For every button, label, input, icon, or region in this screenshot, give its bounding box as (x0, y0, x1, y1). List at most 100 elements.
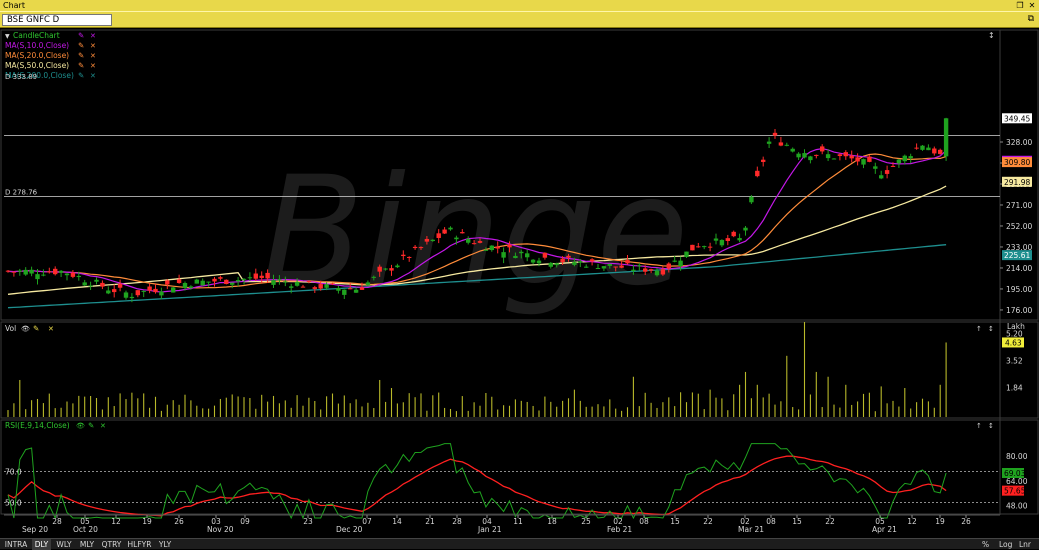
candle-body (554, 263, 559, 266)
candle-body (548, 262, 553, 267)
x-month-label: Dec 20 (336, 525, 363, 534)
x-day-label: 14 (392, 517, 402, 526)
candle-body (802, 153, 807, 158)
scale-percent-button[interactable]: % (982, 539, 989, 550)
rsi-tag: 69.03 (1004, 469, 1026, 478)
tab-mly[interactable]: MLY (77, 539, 97, 550)
candle-body (348, 288, 353, 290)
x-day-label: 28 (52, 517, 62, 526)
candle-body (678, 260, 683, 267)
candle-body (312, 287, 317, 289)
candle-body (454, 237, 459, 240)
popout-icon[interactable]: ⧉ (1028, 14, 1034, 24)
candle-body (507, 244, 512, 248)
candle-body (884, 170, 890, 174)
x-day-label: 08 (766, 517, 776, 526)
candle-body (141, 290, 146, 292)
chart-window: Chart ❐ ✕ BSE GNFC D ⧉ Binge D 278.76 ▼ Can… (0, 0, 1039, 550)
rsi-level-50-label: 50.0 (5, 499, 22, 508)
price-tag-last: 349.45 (1004, 114, 1030, 123)
candle-body (495, 246, 500, 249)
candle-body (123, 292, 129, 298)
legend-candle: CandleChart (13, 31, 60, 40)
candle-body (778, 142, 784, 146)
candle-body (702, 246, 707, 248)
symbol-input[interactable]: BSE GNFC D (2, 14, 112, 26)
candle-body (938, 149, 943, 154)
x-month-label: Jan 21 (477, 525, 502, 534)
candle-body (70, 272, 76, 277)
x-day-label: 28 (452, 517, 462, 526)
legend-toggle-icon: ▼ (5, 33, 10, 40)
vol-edit-icon: ✎ (33, 324, 39, 333)
candle-body (336, 287, 341, 291)
candle-body (731, 231, 736, 237)
close-icon[interactable]: ✕ (1027, 0, 1037, 11)
tab-wly[interactable]: WLY (53, 539, 75, 550)
candle-body (283, 281, 288, 283)
tab-hlfyr[interactable]: HLFYR (126, 539, 153, 550)
candle-body (483, 249, 489, 251)
candle-body (743, 227, 748, 231)
candle-body (64, 273, 70, 276)
rsi-edit-icon: ✎ (88, 421, 94, 430)
price-tag-ma20: 309.80 (1004, 158, 1030, 167)
candle-body (407, 256, 412, 258)
candle-body (489, 245, 494, 251)
candle-body (578, 261, 583, 263)
scale-log-button[interactable]: Log (999, 539, 1012, 550)
candle-body (112, 289, 117, 293)
x-day-label: 12 (111, 517, 121, 526)
x-day-label: 07 (362, 517, 372, 526)
candle-body (88, 285, 93, 287)
candle-body (519, 251, 524, 254)
candle-body (359, 287, 365, 290)
candle-body (920, 145, 925, 150)
rsi-visibility-icon: 👁 (76, 422, 85, 430)
candle-body (117, 283, 123, 288)
candle-body (241, 278, 247, 280)
candle-body (165, 280, 170, 285)
tab-yly[interactable]: YLY (155, 539, 175, 550)
tab-qtry[interactable]: QTRY (99, 539, 124, 550)
candle-body (218, 277, 223, 279)
candle-body (448, 227, 453, 230)
window-title: Chart (3, 1, 25, 10)
candle-body (643, 268, 648, 272)
scale-lnr-button[interactable]: Lnr (1019, 539, 1031, 550)
candle-body (324, 284, 329, 288)
candle-body (837, 154, 843, 156)
candle-body (666, 263, 671, 269)
candle-body (660, 269, 666, 275)
price-tick-label: 271.00 (1006, 201, 1032, 210)
candle-body (879, 175, 884, 179)
candle-body (188, 286, 194, 289)
price-tick-label: 252.00 (1006, 222, 1032, 231)
candle-body (371, 276, 376, 278)
tab-dly[interactable]: DLY (32, 539, 51, 550)
candle-body (306, 280, 312, 282)
rsi-line (7, 443, 947, 520)
candle-body (542, 252, 548, 258)
restore-icon[interactable]: ❐ (1015, 0, 1025, 11)
remove-icon: ✕ (90, 32, 96, 40)
candle-body (53, 268, 58, 275)
x-month-label: Sep 20 (22, 525, 48, 534)
chart-canvas[interactable]: Binge D 278.76 ▼ CandleChartMA(S,10.0,Close… (0, 28, 1039, 538)
candle-body (29, 269, 34, 274)
edit-icon: ✎ (78, 51, 84, 60)
tab-intra[interactable]: INTRA (2, 539, 30, 550)
candle-body (672, 260, 677, 262)
legend-ma20: MA(S,20.0,Close) (5, 51, 69, 60)
x-day-label: 22 (825, 517, 835, 526)
x-day-label: 12 (907, 517, 917, 526)
title-bar: Chart ❐ ✕ (0, 0, 1039, 11)
vol-tick-label: 5.20 (1006, 329, 1023, 338)
candle-body (766, 141, 772, 144)
candle-body (412, 246, 418, 249)
candle-body (58, 270, 64, 273)
vol-resize-icon: ↕ (988, 325, 994, 333)
candle-body (530, 259, 536, 263)
candle-body (418, 247, 424, 249)
candle-body (318, 284, 323, 289)
